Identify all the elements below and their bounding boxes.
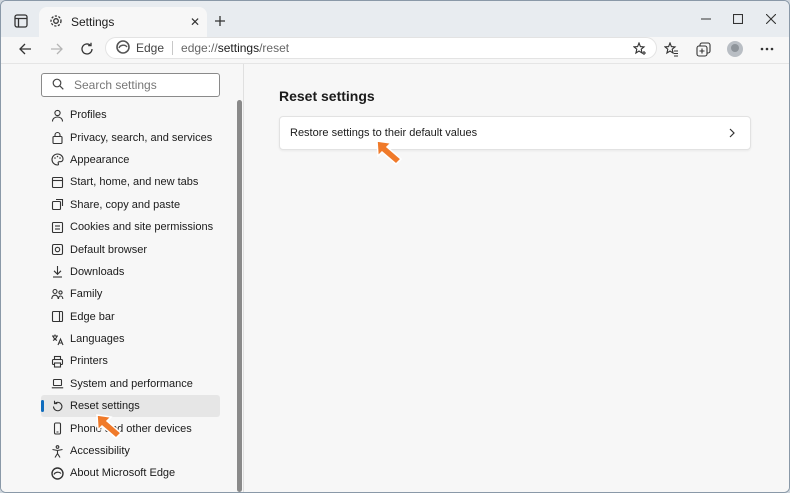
arrow-right-icon[interactable] — [45, 37, 69, 61]
browser-icon — [50, 243, 64, 257]
home-icon — [50, 175, 64, 189]
star-add-icon[interactable] — [632, 41, 648, 57]
search-input[interactable]: Search settings — [41, 73, 220, 97]
close-icon[interactable]: ✕ — [183, 10, 207, 34]
edge-icon — [50, 466, 64, 480]
sidebar-item-label: Cookies and site permissions — [70, 221, 214, 234]
reset-icon — [50, 399, 64, 413]
sidebar-item-share[interactable]: Share, copy and paste — [41, 194, 220, 216]
sidebar-item-label: Downloads — [70, 265, 125, 278]
sidebar-item-label: Phone and other devices — [70, 422, 192, 435]
sidebar-item-start-home[interactable]: Start, home, and new tabs — [41, 171, 220, 193]
annotation-arrow-icon — [376, 140, 403, 166]
sidebar-scrollbar[interactable] — [237, 100, 242, 492]
window-close-icon[interactable] — [756, 5, 786, 33]
brand-label: Edge — [136, 41, 165, 55]
tab-actions-icon[interactable] — [9, 9, 33, 33]
sidebar-item-label: Profiles — [70, 109, 107, 122]
sidebar-item-label: Printers — [70, 355, 108, 368]
sidebar-item-about[interactable]: About Microsoft Edge — [41, 462, 220, 484]
sidebar-item-languages[interactable]: Languages — [41, 328, 220, 350]
search-icon — [52, 78, 64, 93]
language-icon — [50, 332, 64, 346]
sidebar-item-privacy[interactable]: Privacy, search, and services — [41, 126, 220, 148]
sidebar-item-accessibility[interactable]: Accessibility — [41, 440, 220, 462]
profile-icon — [50, 108, 64, 122]
edge-icon — [116, 39, 130, 57]
sidebar-item-label: Family — [70, 288, 103, 301]
accessibility-icon — [50, 444, 64, 458]
sidebar-item-label: Start, home, and new tabs — [70, 176, 199, 189]
browser-window: PC risk.com Settings ✕ — [0, 0, 790, 493]
settings-main: Reset settings Restore settings to their… — [245, 64, 789, 492]
url-text: edge://settings/reset — [181, 41, 290, 55]
chevron-right-icon — [720, 121, 744, 145]
sidebar-item-cookies[interactable]: Cookies and site permissions — [41, 216, 220, 238]
laptop-icon — [50, 377, 64, 391]
sidebar-item-label: Share, copy and paste — [70, 198, 181, 211]
avatar-icon[interactable] — [723, 37, 747, 61]
gear-icon — [49, 14, 63, 31]
page-title: Reset settings — [279, 88, 375, 104]
settings-nav: Profiles Privacy, search, and services A… — [41, 104, 220, 485]
sidebar-item-phone[interactable]: Phone and other devices — [41, 417, 220, 439]
sidebar-item-label: About Microsoft Edge — [70, 467, 176, 480]
sidebar-item-system[interactable]: System and performance — [41, 373, 220, 395]
arrow-left-icon[interactable] — [13, 37, 37, 61]
tab-bar: Settings ✕ — [1, 1, 789, 37]
download-icon — [50, 265, 64, 279]
sidebar-item-printers[interactable]: Printers — [41, 350, 220, 372]
sidebar-item-label: Default browser — [70, 243, 148, 256]
refresh-icon[interactable] — [75, 37, 99, 61]
annotation-arrow-icon — [96, 414, 123, 440]
sidebar-item-edge-bar[interactable]: Edge bar — [41, 306, 220, 328]
favorites-icon[interactable] — [659, 37, 683, 61]
separator — [172, 41, 174, 55]
sidebar-item-label: Appearance — [70, 153, 130, 166]
collections-icon[interactable] — [691, 37, 715, 61]
family-icon — [50, 287, 64, 301]
sidebar-item-label: Edge bar — [70, 310, 115, 323]
avatar — [727, 41, 743, 57]
tab-settings[interactable]: Settings ✕ — [39, 7, 207, 37]
sidebar-item-label: Languages — [70, 333, 125, 346]
minimize-icon[interactable] — [691, 5, 721, 33]
printer-icon — [50, 354, 64, 368]
phone-icon — [50, 422, 64, 436]
lock-icon — [50, 131, 64, 145]
address-bar-row: Edge edge://settings/reset — [1, 37, 789, 61]
palette-icon — [50, 153, 64, 167]
sidebar-item-family[interactable]: Family — [41, 283, 220, 305]
address-bar[interactable]: Edge edge://settings/reset — [105, 37, 657, 59]
sidebar-item-downloads[interactable]: Downloads — [41, 261, 220, 283]
sidebar-icon — [50, 310, 64, 324]
tab-title: Settings — [71, 15, 115, 29]
sidebar-item-label: Reset settings — [70, 400, 140, 413]
sidebar-item-label: Accessibility — [70, 445, 130, 458]
restore-defaults-label: Restore settings to their default values — [290, 127, 478, 139]
plus-icon[interactable] — [209, 10, 231, 32]
share-icon — [50, 198, 64, 212]
maximize-icon[interactable] — [723, 5, 753, 33]
more-icon[interactable] — [755, 37, 779, 61]
restore-defaults-button[interactable]: Restore settings to their default values — [279, 116, 751, 150]
sidebar-item-appearance[interactable]: Appearance — [41, 149, 220, 171]
cookie-icon — [50, 220, 64, 234]
search-placeholder: Search settings — [74, 78, 157, 92]
sidebar-item-label: Privacy, search, and services — [70, 131, 213, 144]
sidebar-item-default-browser[interactable]: Default browser — [41, 238, 220, 260]
sidebar-item-profiles[interactable]: Profiles — [41, 104, 220, 126]
sidebar-item-label: System and performance — [70, 377, 193, 390]
sidebar-item-reset[interactable]: Reset settings — [41, 395, 220, 418]
